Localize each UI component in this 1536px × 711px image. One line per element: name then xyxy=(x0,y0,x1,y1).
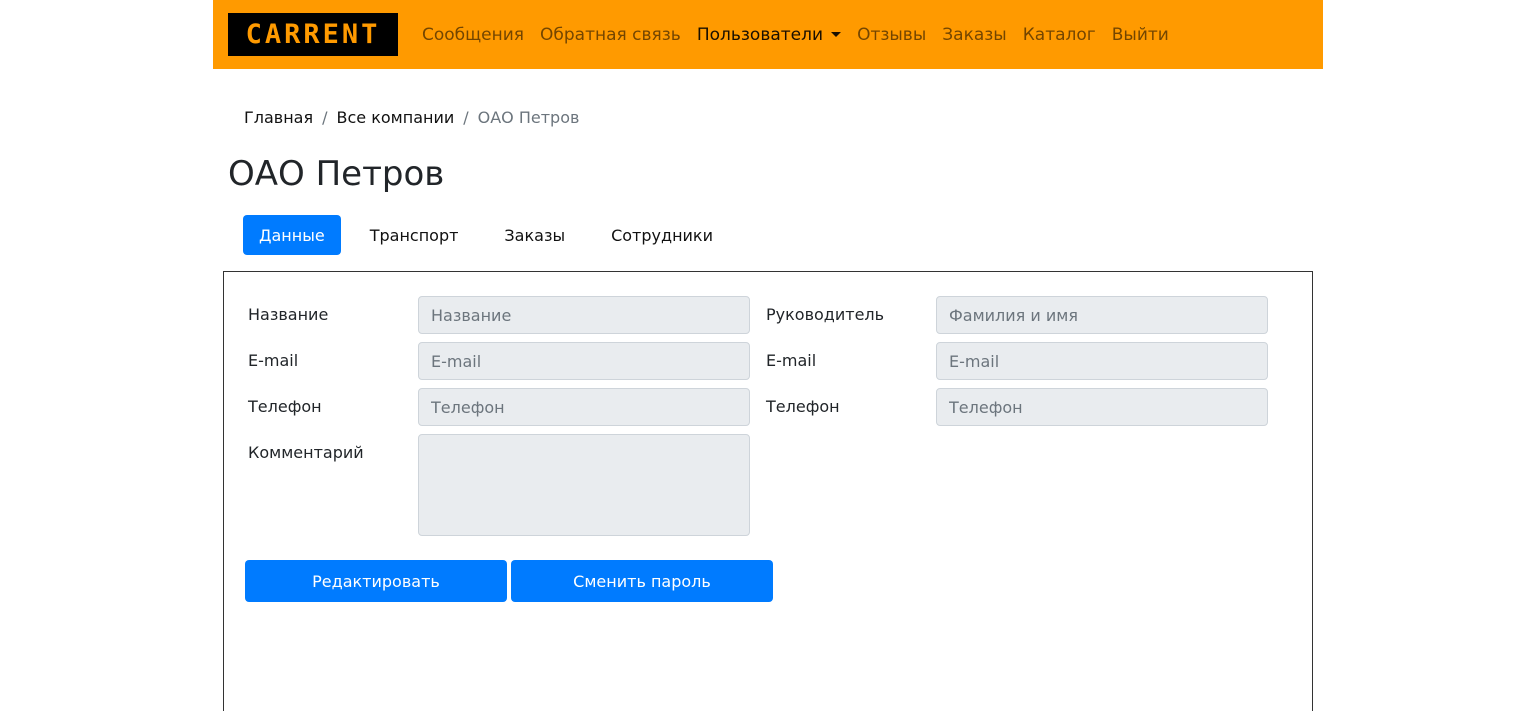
nav-item-logout[interactable]: Выйти xyxy=(1104,25,1177,45)
company-name-label: Название xyxy=(248,305,329,324)
chevron-down-icon xyxy=(831,32,842,37)
tab-orders[interactable]: Заказы xyxy=(488,215,581,255)
manager-name-input[interactable] xyxy=(936,296,1268,334)
company-name-input[interactable] xyxy=(418,296,750,334)
nav-item-catalog[interactable]: Каталог xyxy=(1015,25,1104,45)
top-navbar: CARRENT Сообщения Обратная связь Пользов… xyxy=(213,0,1323,69)
nav-item-users-label: Пользователи xyxy=(696,24,824,45)
nav-item-reviews[interactable]: Отзывы xyxy=(849,25,934,45)
manager-email-input[interactable] xyxy=(936,342,1268,380)
main-nav: Сообщения Обратная связь Пользователи От… xyxy=(414,0,1177,69)
breadcrumb-home[interactable]: Главная xyxy=(244,108,313,127)
manager-phone-label: Телефон xyxy=(766,397,840,416)
tab-data[interactable]: Данные xyxy=(243,215,341,255)
company-tabs: Данные Транспорт Заказы Сотрудники xyxy=(243,215,729,255)
manager-phone-input[interactable] xyxy=(936,388,1268,426)
company-data-panel: Название E-mail Телефон Комментарий Руко… xyxy=(223,271,1313,711)
nav-item-orders[interactable]: Заказы xyxy=(934,25,1014,45)
manager-email-label: E-mail xyxy=(766,351,817,370)
breadcrumb-all-companies[interactable]: Все компании xyxy=(337,108,455,127)
manager-name-label: Руководитель xyxy=(766,305,885,324)
nav-item-feedback[interactable]: Обратная связь xyxy=(532,25,689,45)
breadcrumb-separator: / xyxy=(322,107,328,127)
tab-transport[interactable]: Транспорт xyxy=(354,215,475,255)
breadcrumb: Главная / Все компании / ОАО Петров xyxy=(244,105,579,129)
page-title: ОАО Петров xyxy=(228,154,445,194)
breadcrumb-separator: / xyxy=(463,107,469,127)
company-phone-input[interactable] xyxy=(418,388,750,426)
change-password-button[interactable]: Сменить пароль xyxy=(511,560,773,602)
company-phone-label: Телефон xyxy=(248,397,322,416)
edit-button[interactable]: Редактировать xyxy=(245,560,507,602)
nav-item-users-dropdown[interactable]: Пользователи xyxy=(689,25,849,45)
company-email-label: E-mail xyxy=(248,351,299,370)
breadcrumb-current: ОАО Петров xyxy=(477,107,580,127)
company-comment-label: Комментарий xyxy=(248,443,364,462)
tab-employees[interactable]: Сотрудники xyxy=(595,215,729,255)
company-comment-textarea[interactable] xyxy=(418,434,750,536)
nav-item-messages[interactable]: Сообщения xyxy=(414,25,532,45)
brand-logo[interactable]: CARRENT xyxy=(228,13,398,56)
company-email-input[interactable] xyxy=(418,342,750,380)
